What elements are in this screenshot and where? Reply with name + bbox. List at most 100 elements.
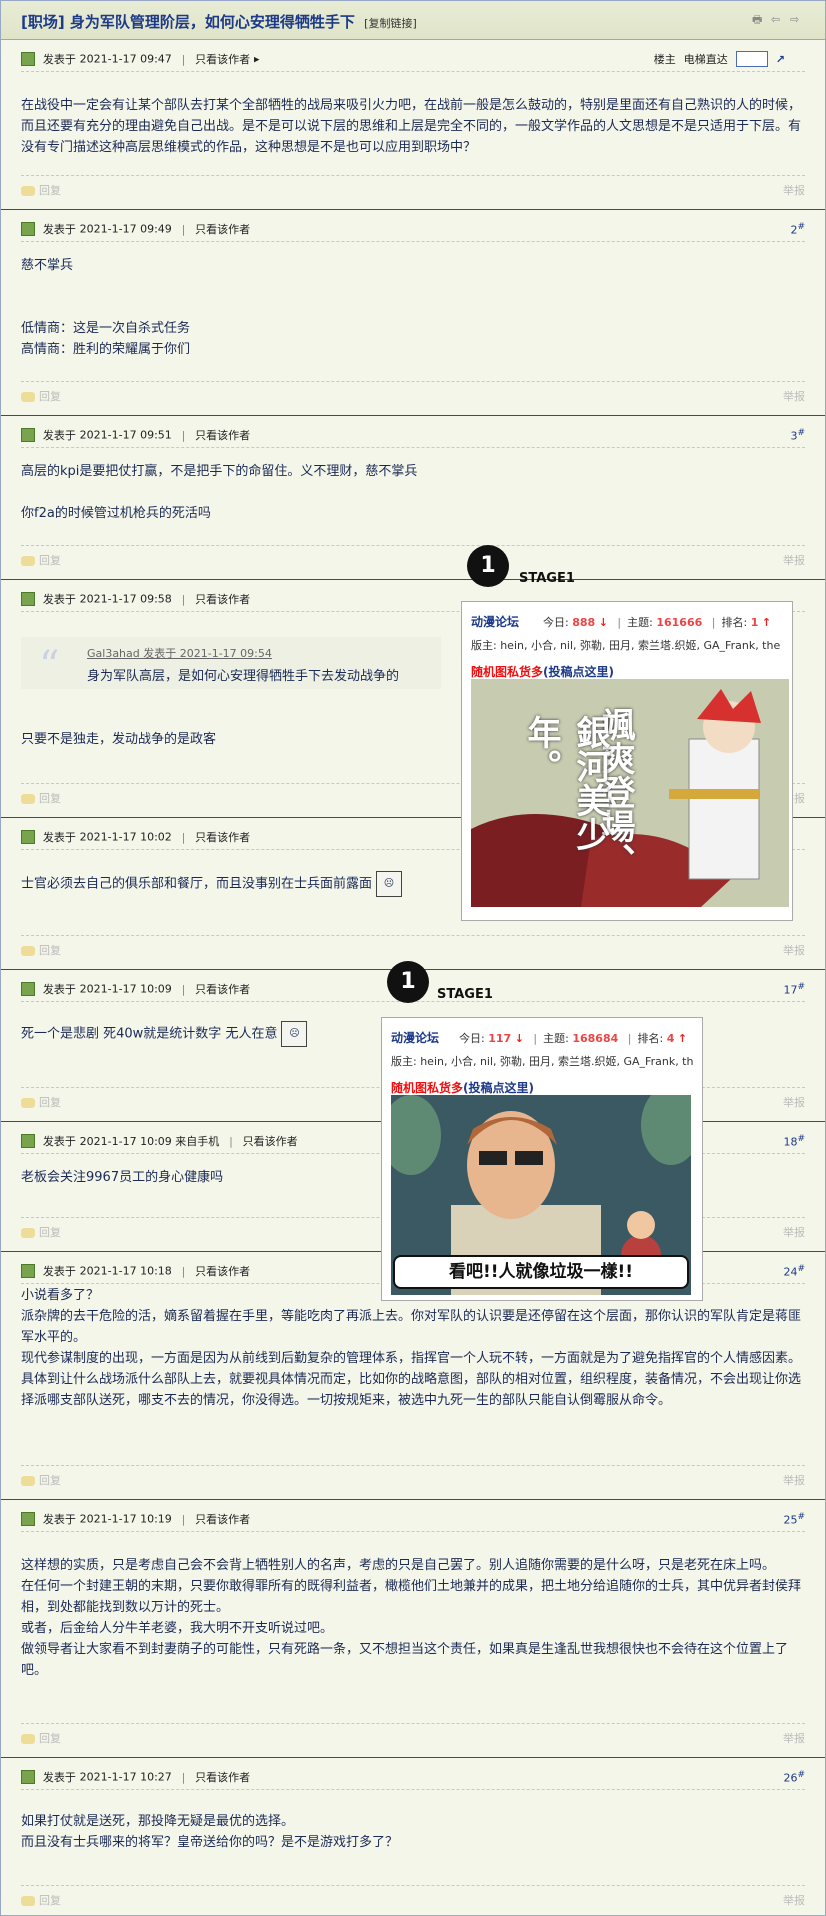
jump-icon[interactable]: ↗: [776, 53, 785, 66]
chevron-right-icon[interactable]: ▸: [254, 53, 260, 66]
post-time-label: 发表于: [42, 1513, 76, 1526]
only-author-link[interactable]: 只看该作者: [243, 1135, 298, 1148]
user-icon: [21, 222, 35, 236]
forum-link[interactable]: 动漫论坛: [391, 1029, 439, 1046]
floor-number[interactable]: 2#: [790, 222, 805, 237]
thread-title-bar: [职场] 身为军队管理阶层，如何心安理得牺牲手下 [复制链接] 🖶 ⇦ ⇨: [1, 1, 825, 40]
only-author-link[interactable]: 只看该作者: [195, 1771, 250, 1784]
reply-button[interactable]: 回复: [21, 552, 61, 568]
reply-button[interactable]: 回复: [21, 942, 61, 958]
reply-button[interactable]: 回复: [21, 388, 61, 404]
report-link[interactable]: 举报: [783, 388, 805, 404]
elevator-label: 电梯直达: [683, 53, 728, 66]
reply-button[interactable]: 回复: [21, 1224, 61, 1240]
reply-icon: [21, 186, 35, 196]
report-link[interactable]: 举报: [783, 1224, 805, 1240]
post-time: 2021-1-17 10:02: [79, 830, 172, 844]
reply-button[interactable]: 回复: [21, 1892, 61, 1908]
floor-number[interactable]: 3#: [790, 428, 805, 443]
post-text: 具体到让什么战场派什么部队上去，就要视具体情况而定，比如你的战略意图，部队的相对…: [21, 1372, 802, 1408]
floor-number[interactable]: 17#: [783, 982, 805, 997]
post-body: 如果打仗就是送死，那投降无疑是最优的选择。 而且没有士兵哪来的将军？皇帝送给你的…: [21, 1811, 805, 1853]
post-time: 2021-1-17 09:47: [79, 52, 172, 66]
post-text: 死一个是悲剧 死40w就是统计数字 无人在意: [21, 1026, 278, 1042]
post-time: 2021-1-17 09:58: [79, 592, 172, 606]
post-text: 慈不掌兵: [21, 258, 74, 273]
report-link[interactable]: 举报: [783, 182, 805, 198]
prev-thread-icon[interactable]: ⇦: [771, 14, 784, 26]
only-author-link[interactable]: 只看该作者: [195, 223, 250, 236]
reply-button[interactable]: 回复: [21, 1730, 61, 1746]
floor-number[interactable]: 25#: [783, 1512, 805, 1527]
user-icon: [21, 428, 35, 442]
post-text: 在战役中一定会有让某个部队去打某个全部牺牲的战局来吸引火力吧，在战前一般是怎么鼓…: [21, 98, 802, 155]
random-image-label[interactable]: 随机图私货多(投稿点这里): [391, 1079, 534, 1096]
report-link[interactable]: 举报: [783, 1892, 805, 1908]
user-icon: [21, 1264, 35, 1278]
only-author-link[interactable]: 只看该作者: [195, 429, 250, 442]
post-text: 做领导者让大家看不到封妻荫子的可能性，只有死路一条，又不想担当这个责任，如果真是…: [21, 1642, 789, 1678]
post-header: 发表于 2021-1-17 10:19 | 只看该作者 25#: [21, 1511, 805, 1532]
post-text: 现代参谋制度的出现，一方面是因为从前线到后勤复杂的管理体系，指挥官一个人玩不转，…: [21, 1351, 802, 1366]
only-author-link[interactable]: 只看该作者: [195, 831, 250, 844]
post-header: 发表于 2021-1-17 09:49 | 只看该作者 2#: [21, 221, 805, 242]
user-icon: [21, 1512, 35, 1526]
post-footer: 回复 举报: [21, 935, 805, 958]
post-time: 2021-1-17 09:51: [79, 428, 172, 442]
post-time-label: 发表于: [42, 831, 76, 844]
print-icon[interactable]: 🖶: [752, 14, 765, 26]
copy-link-button[interactable]: [复制链接]: [364, 17, 417, 30]
thread-title: [职场] 身为军队管理阶层，如何心安理得牺牲手下 [复制链接]: [21, 11, 417, 32]
post-time-label: 发表于: [42, 1771, 76, 1784]
stage-label: STAGE1: [437, 987, 493, 1002]
report-link[interactable]: 举报: [783, 1094, 805, 1110]
floor-number[interactable]: 24#: [783, 1264, 805, 1279]
reply-button[interactable]: 回复: [21, 790, 61, 806]
post-time-label: 发表于: [42, 223, 76, 236]
quote-author-link[interactable]: Gal3ahad 发表于 2021-1-17 09:54: [87, 645, 272, 661]
reply-button[interactable]: 回复: [21, 1472, 61, 1488]
quote-block: “ Gal3ahad 发表于 2021-1-17 09:54 身为军队高层，是如…: [21, 637, 441, 689]
thread-title-text: [职场] 身为军队管理阶层，如何心安理得牺牲手下: [21, 13, 355, 31]
arrow-down-icon: ↓: [598, 616, 608, 629]
moderators: 版主: hein, 小合, nil, 弥勒, 田月, 索兰塔.织姬, GA_Fr…: [471, 639, 781, 652]
only-author-link[interactable]: 只看该作者: [195, 53, 250, 66]
report-link[interactable]: 举报: [783, 1730, 805, 1746]
user-icon: [21, 592, 35, 606]
only-author-link[interactable]: 只看该作者: [195, 1265, 250, 1278]
only-author-link[interactable]: 只看该作者: [195, 983, 250, 996]
post-time: 2021-1-17 10:18: [79, 1264, 172, 1278]
user-icon: [21, 1134, 35, 1148]
arrow-up-icon: ↑: [677, 1032, 688, 1045]
random-image-label[interactable]: 随机图私货多(投稿点这里): [471, 663, 614, 680]
post-time-label: 发表于: [42, 1135, 76, 1148]
post-time-label: 发表于: [42, 53, 76, 66]
post-header: 发表于 2021-1-17 10:27 | 只看该作者 26#: [21, 1769, 805, 1790]
post-1: 发表于 2021-1-17 09:47 | 只看该作者 ▸ 楼主 电梯直达 ↗ …: [1, 39, 825, 210]
only-author-link[interactable]: 只看该作者: [195, 593, 250, 606]
only-author-link[interactable]: 只看该作者: [195, 1513, 250, 1526]
post-footer: 回复 举报: [21, 381, 805, 404]
floor-number[interactable]: 18#: [783, 1134, 805, 1149]
post-body: 小说看多了？ 派杂牌的去干危险的活，嫡系留着握在手里，等能吃肉了再派上去。你对军…: [21, 1285, 805, 1411]
post-footer: 回复 举报: [21, 1465, 805, 1488]
title-actions: 🖶 ⇦ ⇨: [752, 14, 803, 26]
post-text: 士官必须去自己的俱乐部和餐厅，而且没事别在士兵面前露面: [21, 876, 373, 892]
post-footer: 回复 举报: [21, 1723, 805, 1746]
next-thread-icon[interactable]: ⇨: [790, 14, 803, 26]
reply-button[interactable]: 回复: [21, 1094, 61, 1110]
user-icon: [21, 982, 35, 996]
floor-number[interactable]: 26#: [783, 1770, 805, 1785]
op-label[interactable]: 楼主: [654, 51, 676, 67]
report-link[interactable]: 举报: [783, 1472, 805, 1488]
post-time-label: 发表于: [42, 1265, 76, 1278]
elevator-input[interactable]: [735, 51, 768, 67]
forum-link[interactable]: 动漫论坛: [471, 613, 519, 630]
moderators: 版主: hein, 小合, nil, 弥勒, 田月, 索兰塔.织姬, GA_Fr…: [391, 1055, 694, 1068]
reply-button[interactable]: 回复: [21, 182, 61, 198]
report-link[interactable]: 举报: [783, 942, 805, 958]
post-body: 在战役中一定会有让某个部队去打某个全部牺牲的战局来吸引火力吧，在战前一般是怎么鼓…: [21, 95, 805, 158]
stage-badge-icon: 1: [387, 961, 429, 1003]
signature-image: 颯爽登場、 銀河美少年。: [471, 679, 789, 907]
post-time: 2021-1-17 10:27: [79, 1770, 172, 1784]
